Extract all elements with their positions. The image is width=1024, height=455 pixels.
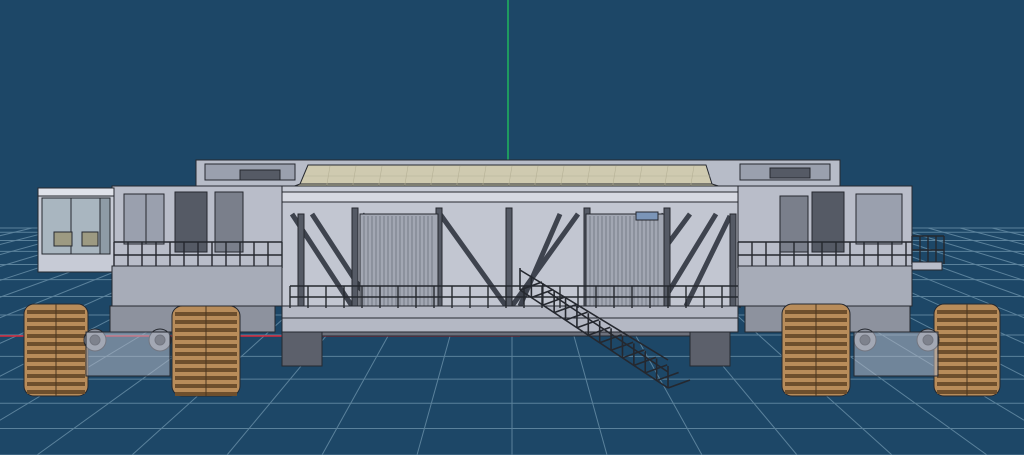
sensor-unit bbox=[635, 211, 659, 221]
viewport-canvas[interactable] bbox=[0, 0, 1024, 455]
operator-cab-left[interactable] bbox=[37, 187, 115, 273]
left-side-structure bbox=[111, 185, 283, 267]
crawler-track-icon bbox=[171, 305, 241, 397]
right-ledge bbox=[911, 261, 943, 271]
lower-girder bbox=[281, 305, 739, 333]
crawler-track-icon bbox=[933, 303, 1001, 397]
crawler-track-icon bbox=[781, 303, 851, 397]
3d-viewport[interactable] bbox=[0, 0, 1024, 455]
right-side-structure bbox=[737, 185, 913, 267]
crawler-track-icon bbox=[23, 303, 89, 397]
